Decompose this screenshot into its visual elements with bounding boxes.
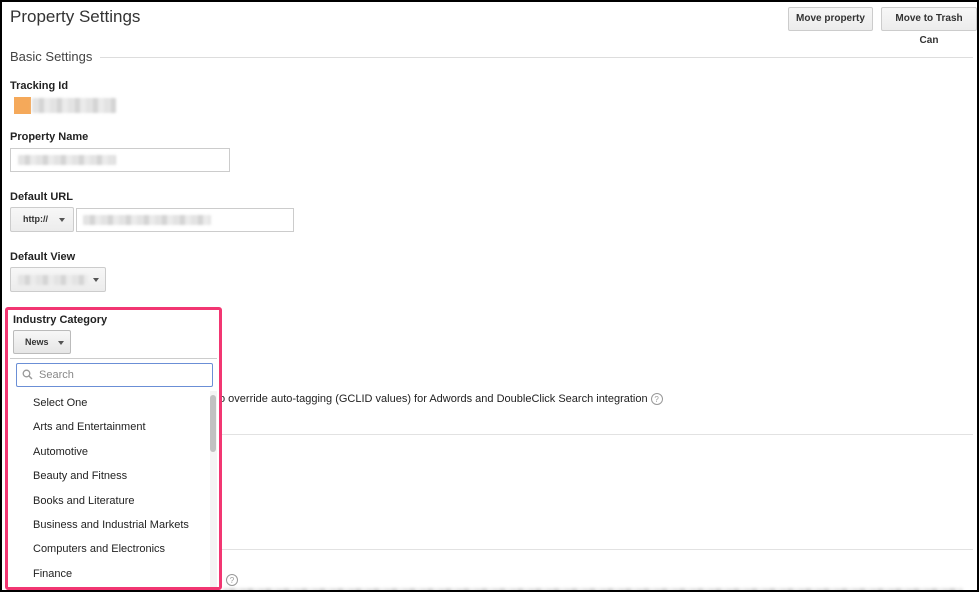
move-to-trash-button[interactable]: Move to Trash Can <box>881 7 977 46</box>
scrollbar-thumb[interactable] <box>210 395 216 452</box>
property-name-value-redacted <box>18 155 116 165</box>
industry-option[interactable]: Business and Industrial Markets <box>8 513 210 537</box>
section-divider <box>10 57 973 58</box>
industry-option[interactable]: Arts and Entertainment <box>8 415 210 439</box>
default-view-value-redacted <box>18 275 88 285</box>
default-url-label: Default URL <box>10 191 73 203</box>
protocol-value: http:// <box>23 214 48 224</box>
industry-option[interactable]: Beauty and Fitness <box>8 464 210 488</box>
industry-category-select[interactable]: News <box>13 330 71 354</box>
default-view-select[interactable] <box>10 267 106 292</box>
industry-option[interactable]: Finance <box>8 562 210 586</box>
property-name-input[interactable] <box>10 148 230 172</box>
industry-category-label: Industry Category <box>13 314 108 326</box>
help-icon[interactable]: ? <box>650 393 663 406</box>
industry-option[interactable]: Computers and Electronics <box>8 537 210 561</box>
section-divider <box>219 549 973 550</box>
industry-option[interactable]: Select One <box>8 391 210 415</box>
autotag-text: o override auto-tagging (GCLID values) f… <box>219 393 648 405</box>
chevron-down-icon <box>58 217 65 222</box>
section-divider <box>219 434 973 435</box>
cut-off-description-text <box>223 588 963 590</box>
default-view-label: Default View <box>10 251 76 263</box>
autotag-description: o override auto-tagging (GCLID values) f… <box>219 393 663 406</box>
tracking-id-label: Tracking Id <box>10 80 69 92</box>
move-property-button[interactable]: Move property <box>788 7 873 31</box>
default-url-input[interactable] <box>76 208 294 232</box>
tracking-id-value-redacted <box>32 98 116 113</box>
default-url-value-redacted <box>83 215 211 225</box>
industry-option[interactable]: Books and Literature <box>8 489 210 513</box>
industry-option[interactable]: Automotive <box>8 440 210 464</box>
help-icon[interactable]: ? <box>226 573 238 586</box>
industry-search-input[interactable] <box>37 366 207 384</box>
industry-search-box <box>16 363 213 387</box>
property-settings-page: Property Settings Move property Move to … <box>0 0 979 592</box>
page-title: Property Settings <box>10 7 141 26</box>
property-name-label: Property Name <box>10 131 89 143</box>
protocol-select[interactable]: http:// <box>10 207 74 232</box>
basic-settings-heading: Basic Settings <box>10 49 101 64</box>
industry-category-highlight: Industry Category News Select One Arts a… <box>5 307 222 590</box>
tracking-id-swatch <box>14 97 31 114</box>
chevron-down-icon <box>93 278 99 282</box>
search-icon <box>22 369 33 380</box>
chevron-down-icon <box>58 340 65 345</box>
help-icon-wrap: ? <box>223 571 238 589</box>
industry-category-selected: News <box>25 337 49 347</box>
dropdown-divider <box>10 358 217 359</box>
industry-options-list: Select One Arts and Entertainment Automo… <box>8 391 210 586</box>
